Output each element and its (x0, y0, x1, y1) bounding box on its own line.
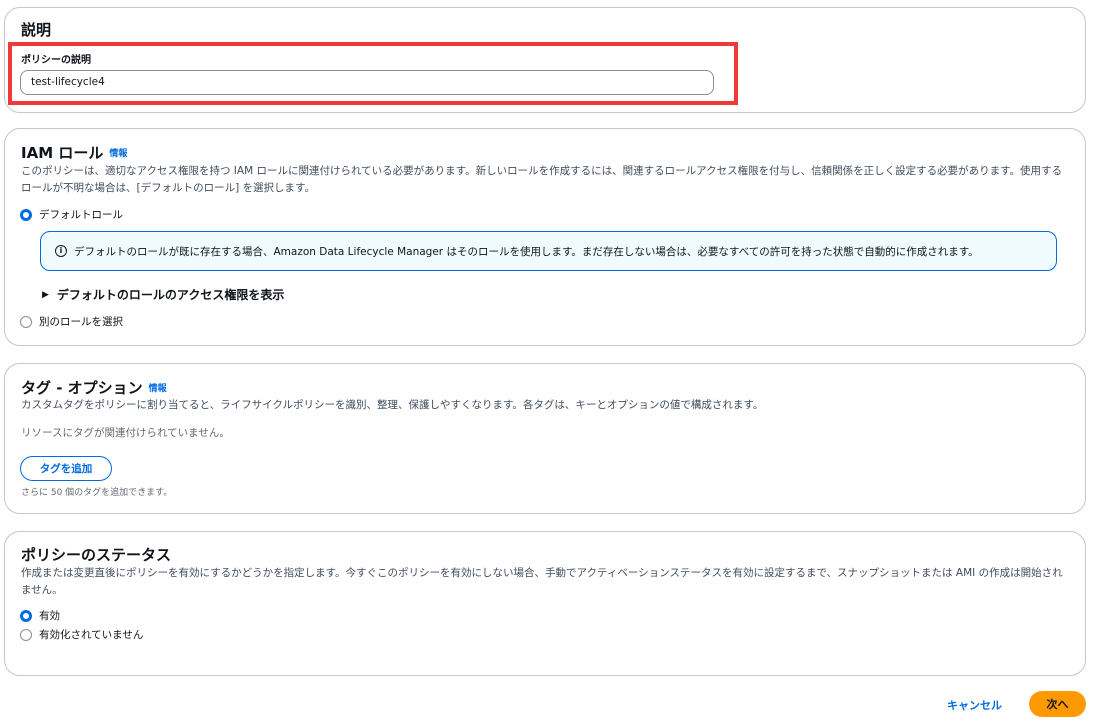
tags-empty-text: リソースにタグが関連付けられていません。 (21, 427, 230, 439)
expander-label: デフォルトのロールのアクセス権限を表示 (56, 288, 285, 302)
default-role-info-alert: i デフォルトのロールが既に存在する場合、Amazon Data Lifecyc… (40, 231, 1057, 271)
policy-status-heading: ポリシーのステータス (21, 546, 172, 564)
iam-info-link[interactable]: 情報 (109, 149, 127, 159)
description-panel (4, 7, 1086, 113)
tags-limit-text: さらに 50 個のタグを追加できます。 (21, 488, 173, 498)
radio-unselected-icon (20, 628, 32, 641)
radio-disabled[interactable]: 有効化されていません (20, 627, 143, 642)
tags-title: タグ - オプション (21, 379, 143, 397)
tags-info-link[interactable]: 情報 (149, 384, 167, 394)
policy-description-label: ポリシーの説明 (21, 55, 91, 66)
policy-status-description: 作成または変更直後にポリシーを有効にするかどうかを指定します。今すぐこのポリシー… (21, 567, 1063, 596)
radio-disabled-label: 有効化されていません (39, 629, 144, 641)
radio-selected-icon (20, 208, 32, 221)
radio-unselected-icon (20, 315, 32, 328)
cancel-button[interactable]: キャンセル (947, 697, 1002, 713)
next-button[interactable]: 次へ (1029, 691, 1086, 717)
alert-text: デフォルトのロールが既に存在する場合、Amazon Data Lifecycle… (74, 245, 979, 258)
tags-heading: タグ - オプション 情報 (21, 377, 167, 398)
add-tag-button[interactable]: タグを追加 (20, 456, 112, 481)
radio-other-role-label: 別のロールを選択 (39, 316, 123, 328)
description-heading: 説明 (21, 21, 52, 39)
radio-other-role[interactable]: 別のロールを選択 (20, 314, 123, 329)
radio-enabled[interactable]: 有効 (20, 608, 60, 623)
radio-default-role[interactable]: デフォルトロール (20, 207, 123, 222)
default-role-permissions-expander[interactable]: ▶ デフォルトのロールのアクセス権限を表示 (42, 286, 284, 303)
policy-description-input[interactable]: test-lifecycle4 (20, 70, 714, 95)
caret-right-icon: ▶ (42, 289, 49, 300)
info-circle-icon: i (55, 245, 67, 257)
iam-role-description: このポリシーは、適切なアクセス権限を持つ IAM ロールに関連付けられている必要… (21, 165, 1063, 194)
radio-enabled-label: 有効 (39, 610, 60, 622)
radio-default-role-label: デフォルトロール (39, 209, 123, 221)
tags-description: カスタムタグをポリシーに割り当てると、ライフサイクルポリシーを識別、整理、保護し… (21, 399, 764, 411)
radio-selected-icon (20, 609, 32, 622)
iam-role-heading: IAM ロール 情報 (21, 142, 127, 163)
iam-role-title: IAM ロール (21, 144, 104, 162)
